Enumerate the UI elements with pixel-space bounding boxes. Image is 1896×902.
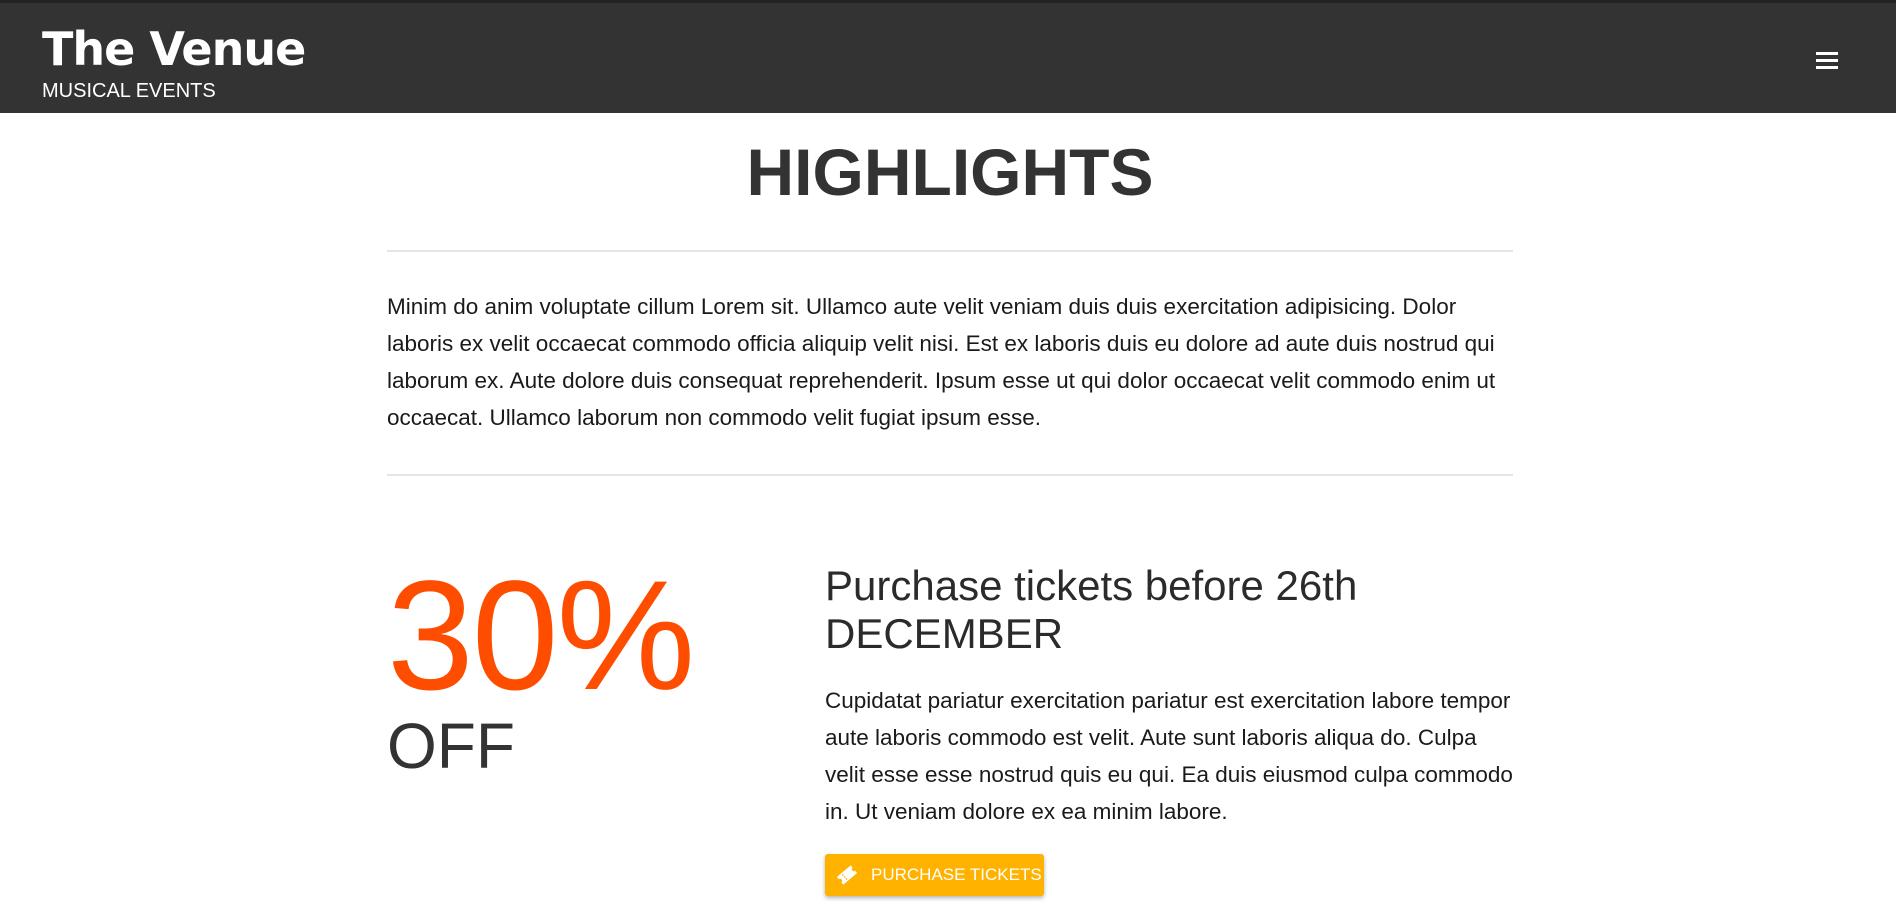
menu-button[interactable]	[1810, 48, 1844, 74]
section-heading: HIGHLIGHTS	[746, 135, 1154, 209]
app-bar: The Venue MUSICAL EVENTS	[0, 0, 1896, 113]
purchase-tickets-button[interactable]: PURCHASE TICKETS	[825, 854, 1044, 896]
discount-percent: 30%	[387, 549, 695, 723]
offer-title: Purchase tickets before 26th DECEMBER	[825, 562, 1358, 657]
offer-text: Cupidatat pariatur exercitation pariatur…	[825, 688, 1513, 824]
brand-subtitle: MUSICAL EVENTS	[42, 80, 216, 102]
divider-bottom	[387, 474, 1513, 476]
ticket-icon	[836, 865, 858, 885]
purchase-tickets-label: PURCHASE TICKETS	[871, 865, 1042, 884]
intro-paragraph: Minim do anim voluptate cillum Lorem sit…	[387, 294, 1496, 430]
brand-title[interactable]: The Venue	[42, 21, 306, 77]
menu-icon-bar	[1816, 66, 1838, 69]
menu-icon-bar	[1816, 59, 1838, 62]
divider-top	[387, 250, 1513, 252]
menu-icon	[1816, 52, 1838, 55]
offer-details: Purchase tickets before 26th DECEMBER Cu…	[825, 562, 1515, 830]
